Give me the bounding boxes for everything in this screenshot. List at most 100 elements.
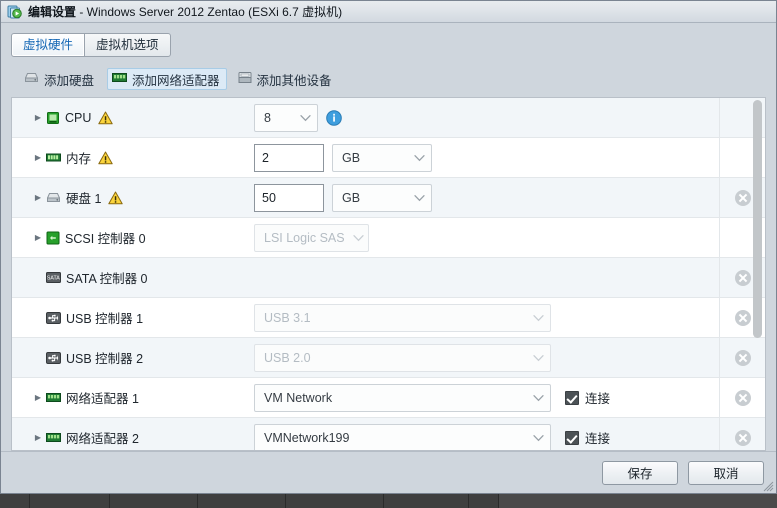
device-value-select[interactable]: VM Network: [254, 383, 551, 412]
device-value-select: LSI Logic SAS: [254, 223, 369, 252]
device-name: SCSI 控制器 0: [65, 232, 146, 246]
resize-grip[interactable]: [762, 480, 774, 492]
window-title-prefix: 编辑设置: [28, 5, 77, 19]
hard-disk-icon: [47, 193, 60, 202]
device-label-cell: ▶ 网络适配器 1: [12, 378, 245, 417]
chevron-down-icon: [533, 354, 544, 361]
device-unit-select[interactable]: GB: [332, 183, 432, 212]
add-other-device-label: 添加其他设备: [256, 73, 332, 88]
taskbar-cell[interactable]: [198, 494, 286, 508]
device-row[interactable]: ▶USB 控制器 2 USB 2.0: [12, 338, 765, 378]
device-value-select[interactable]: 8: [254, 103, 318, 132]
device-row[interactable]: ▶ CPU 8: [12, 98, 765, 138]
memory-icon: [46, 153, 61, 162]
add-network-adapter-button[interactable]: 添加网络适配器: [107, 68, 227, 90]
device-unit-select[interactable]: GB: [332, 143, 432, 172]
taskbar-cell[interactable]: [110, 494, 198, 508]
connected-checkbox[interactable]: [565, 390, 579, 405]
warning-icon: [108, 191, 124, 204]
save-button[interactable]: 保存: [602, 460, 678, 485]
device-value-input[interactable]: [254, 183, 324, 212]
device-row[interactable]: ▶ 网络适配器 2 VMNetwork199 连接: [12, 418, 765, 450]
device-value-select[interactable]: VMNetwork199: [254, 423, 551, 450]
device-label-cell: ▶SATASATA 控制器 0: [12, 258, 245, 297]
device-row[interactable]: ▶ 内存 GB: [12, 138, 765, 178]
device-control-cell: GB: [245, 178, 719, 217]
taskbar-cell[interactable]: [384, 494, 469, 508]
cancel-button-label: 取消: [713, 467, 739, 481]
add-hard-disk-label: 添加硬盘: [44, 73, 95, 88]
remove-device-button[interactable]: [734, 189, 751, 206]
remove-device-button[interactable]: [734, 429, 751, 446]
taskbar-cell[interactable]: [469, 494, 499, 508]
device-value-text: USB 3.1: [264, 310, 311, 325]
warning-icon: [98, 151, 113, 164]
expand-triangle-icon[interactable]: ▶: [32, 433, 44, 442]
remove-device-button[interactable]: [734, 309, 751, 326]
taskbar-cell[interactable]: [286, 494, 384, 508]
device-control-cell: VM Network 连接: [245, 378, 719, 417]
add-other-device-button[interactable]: 添加其他设备: [233, 68, 339, 90]
device-value-select: USB 3.1: [254, 303, 551, 332]
chevron-down-icon: [352, 234, 364, 241]
add-hard-disk-button[interactable]: 添加硬盘: [19, 68, 101, 90]
device-label-cell: ▶ CPU: [12, 98, 245, 137]
remove-device-button[interactable]: [734, 349, 751, 366]
chevron-down-icon: [300, 114, 311, 121]
scrollbar-thumb[interactable]: [753, 100, 762, 338]
device-row[interactable]: ▶ 网络适配器 1 VM Network 连接: [12, 378, 765, 418]
connected-checkbox-group[interactable]: 连接: [565, 428, 610, 447]
sata-controller-icon: SATA: [46, 272, 61, 283]
chevron-down-icon: [414, 194, 425, 201]
device-name: SATA 控制器 0: [66, 272, 148, 286]
device-value-input[interactable]: [254, 143, 324, 172]
chevron-down-icon: [533, 314, 544, 321]
device-name: 硬盘 1: [66, 192, 102, 206]
connected-checkbox-group[interactable]: 连接: [565, 388, 610, 407]
tab-bar: 虚拟硬件 虚拟机选项: [11, 33, 776, 57]
device-row[interactable]: ▶ SCSI 控制器 0 LSI Logic SAS: [12, 218, 765, 258]
window-title-suffix: - Windows Server 2012 Zentao (ESXi 6.7 虚…: [76, 5, 343, 19]
device-value-text: USB 2.0: [264, 350, 311, 365]
remove-device-button[interactable]: [734, 269, 751, 286]
taskbar-cell[interactable]: [0, 494, 30, 508]
info-icon[interactable]: [326, 109, 342, 126]
connected-label: 连接: [585, 392, 611, 406]
add-network-adapter-label: 添加网络适配器: [132, 73, 220, 88]
expand-triangle-icon[interactable]: ▶: [32, 233, 44, 242]
usb-controller-icon: [46, 311, 61, 324]
expand-triangle-icon[interactable]: ▶: [32, 153, 44, 162]
device-control-cell: GB: [245, 138, 719, 177]
device-name: 内存: [66, 152, 92, 166]
title-bar: 编辑设置 - Windows Server 2012 Zentao (ESXi …: [1, 1, 776, 23]
taskbar-cell[interactable]: [30, 494, 110, 508]
device-control-cell: USB 3.1: [245, 298, 719, 337]
svg-text:SATA: SATA: [47, 275, 60, 281]
device-label-cell: ▶ SCSI 控制器 0: [12, 218, 245, 257]
device-name: USB 控制器 1: [66, 312, 144, 326]
device-control-cell: 8: [245, 98, 719, 137]
remove-device-button[interactable]: [734, 389, 751, 406]
taskbar-cell[interactable]: [499, 494, 777, 508]
device-unit-text: GB: [342, 190, 361, 205]
tab-virtual-hardware-label: 虚拟硬件: [23, 38, 74, 52]
tab-virtual-hardware[interactable]: 虚拟硬件: [11, 33, 86, 57]
device-name: 网络适配器 1: [66, 392, 139, 406]
window-title: 编辑设置 - Windows Server 2012 Zentao (ESXi …: [28, 3, 342, 20]
expand-triangle-icon[interactable]: ▶: [32, 393, 44, 402]
expand-triangle-icon[interactable]: ▶: [32, 193, 44, 202]
cancel-button[interactable]: 取消: [688, 460, 764, 485]
device-row[interactable]: ▶ 硬盘 1 GB: [12, 178, 765, 218]
device-row[interactable]: ▶SATASATA 控制器 0: [12, 258, 765, 298]
expand-triangle-icon[interactable]: ▶: [32, 113, 44, 122]
connected-checkbox[interactable]: [565, 430, 579, 445]
device-label-cell: ▶ 网络适配器 2: [12, 418, 245, 450]
window-body: 虚拟硬件 虚拟机选项 添加硬盘 添加网络适配器 添加其他设备 ▶ CPU 8 ▶…: [1, 23, 776, 493]
tab-vm-options[interactable]: 虚拟机选项: [84, 33, 171, 57]
device-label-cell: ▶ 硬盘 1: [12, 178, 245, 217]
device-row[interactable]: ▶USB 控制器 1 USB 3.1: [12, 298, 765, 338]
usb-controller-icon: [46, 351, 61, 364]
chevron-down-icon: [533, 434, 544, 441]
device-table-rows: ▶ CPU 8 ▶ 内存 GB ▶ 硬盘 1 GB ▶ SCSI 控制器 0 LSI Logic SA…: [12, 98, 765, 450]
device-table-scrollbar[interactable]: [752, 100, 763, 448]
